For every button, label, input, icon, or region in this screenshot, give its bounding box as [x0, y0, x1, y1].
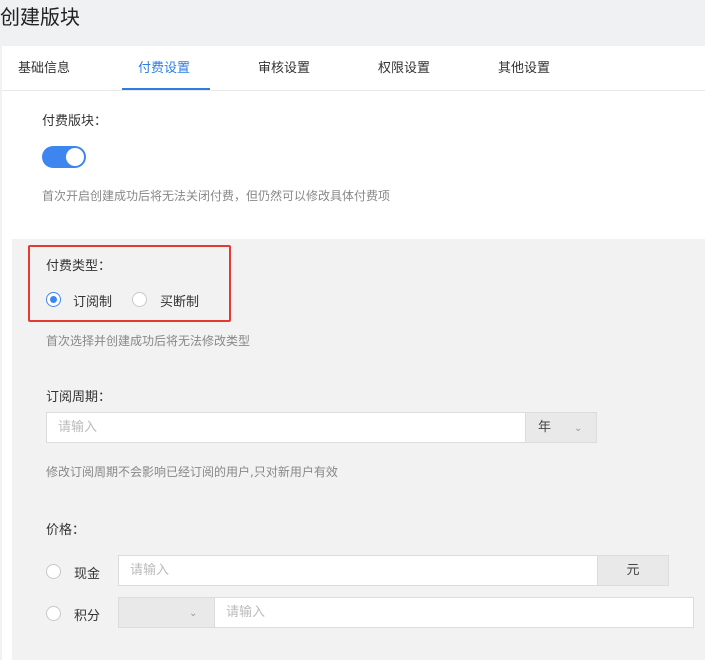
tab-payment-settings[interactable]: 付费设置	[138, 46, 190, 91]
points-amount-input[interactable]: 请输入	[214, 597, 694, 628]
chevron-down-icon: ⌄	[189, 608, 198, 619]
cash-radio-label[interactable]: 现金	[74, 563, 100, 582]
cash-radio[interactable]	[46, 564, 61, 579]
tab-other-settings[interactable]: 其他设置	[498, 46, 550, 91]
period-unit-select[interactable]: 年 ⌄	[525, 412, 597, 443]
cash-unit-addon: 元	[597, 555, 669, 586]
chevron-down-icon: ⌄	[574, 423, 583, 434]
tab-bar: 基础信息 付费设置 审核设置 权限设置 其他设置	[2, 46, 705, 91]
pay-type-hint: 首次选择并创建成功后将无法修改类型	[46, 334, 251, 348]
period-unit-value: 年	[538, 420, 552, 435]
page-title: 创建版块	[0, 5, 80, 29]
paid-section-label: 付费版块：	[42, 114, 108, 129]
paid-section-toggle[interactable]	[42, 146, 86, 168]
paid-section-hint: 首次开启创建成功后将无法关闭付费，但仍然可以修改具体付费项	[42, 189, 391, 203]
price-label: 价格：	[46, 523, 86, 538]
tab-review-settings[interactable]: 审核设置	[258, 46, 310, 91]
active-tab-indicator	[122, 88, 210, 90]
toggle-knob	[66, 148, 84, 166]
points-type-select[interactable]: ⌄	[118, 597, 215, 628]
points-radio-label[interactable]: 积分	[74, 605, 100, 624]
tab-permission-settings[interactable]: 权限设置	[378, 46, 430, 91]
subscription-period-input[interactable]: 请输入	[46, 412, 526, 443]
cash-amount-input[interactable]: 请输入	[118, 555, 598, 586]
highlight-box	[28, 245, 231, 322]
subscription-period-hint: 修改订阅周期不会影响已经订阅的用户,只对新用户有效	[46, 465, 338, 479]
subscription-period-label: 订阅周期：	[46, 390, 112, 405]
tab-basic-info[interactable]: 基础信息	[18, 46, 70, 91]
points-radio[interactable]	[46, 606, 61, 621]
